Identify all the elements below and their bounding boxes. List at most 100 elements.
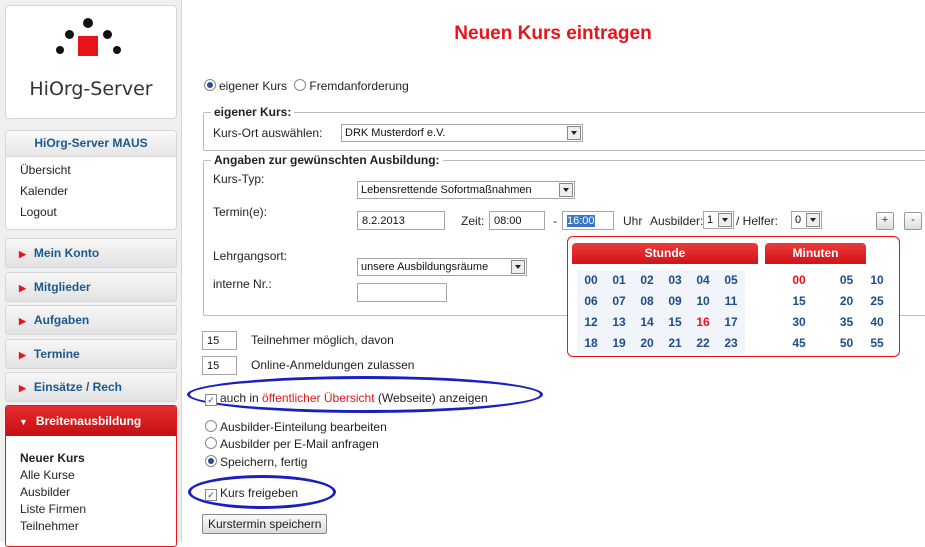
minute-cell[interactable]: 50 — [830, 333, 863, 354]
online-registrations-input[interactable]: 15 — [202, 356, 237, 375]
time-from-input[interactable]: 08:00 — [489, 211, 545, 230]
hour-cell[interactable]: 10 — [689, 291, 717, 312]
hour-cell[interactable]: 08 — [633, 291, 661, 312]
hour-cell[interactable]: 14 — [633, 312, 661, 333]
hour-cell[interactable]: 04 — [689, 270, 717, 291]
nav-item-mitglieder[interactable]: ▶ Mitglieder — [5, 272, 177, 302]
legend-training: Angaben zur gewünschten Ausbildung: — [211, 153, 443, 167]
time-to-input[interactable]: 16:00 — [562, 211, 614, 230]
minute-cell[interactable]: 10 — [863, 270, 891, 291]
sidebar: HiOrg-Server HiOrg-Server MAUS Übersicht… — [0, 0, 182, 547]
hour-cell[interactable]: 23 — [717, 333, 745, 354]
time-picker-popup: Stunde Minuten 00 01 02 03 04 05 06 07 0… — [567, 236, 900, 357]
logo[interactable]: HiOrg-Server — [5, 5, 177, 119]
nav-item-aufgaben[interactable]: ▶ Aufgaben — [5, 305, 177, 335]
time-label: Zeit: — [461, 214, 485, 228]
radio-foreign-request-label: Fremdanforderung — [309, 79, 409, 93]
sub-link-neuer-kurs[interactable]: Neuer Kurs — [6, 450, 176, 467]
minute-cell[interactable]: 15 — [768, 291, 830, 312]
logo-square-icon — [78, 36, 98, 56]
sub-link-ausbilder[interactable]: Ausbilder — [6, 484, 176, 501]
logo-dot-icon — [65, 30, 74, 39]
hour-cell[interactable]: 22 — [689, 333, 717, 354]
hour-cell[interactable]: 03 — [661, 270, 689, 291]
nav-item-breitenausbildung[interactable]: ▼ Breitenausbildung — [6, 406, 176, 436]
minute-cell-selected[interactable]: 00 — [768, 270, 830, 291]
public-overview-checkbox[interactable]: ✓ — [205, 394, 217, 406]
logo-dot-icon — [103, 30, 112, 39]
nav-item-mein-konto[interactable]: ▶ Mein Konto — [5, 238, 177, 268]
minute-cell[interactable]: 45 — [768, 333, 830, 354]
hour-cell-selected[interactable]: 16 — [689, 312, 717, 333]
radio-foreign-request[interactable] — [294, 79, 307, 91]
hour-cell[interactable]: 19 — [605, 333, 633, 354]
hour-cell[interactable]: 07 — [605, 291, 633, 312]
hour-cell[interactable]: 13 — [605, 312, 633, 333]
hour-cell[interactable]: 05 — [717, 270, 745, 291]
trainer-label: Ausbilder: — [650, 214, 704, 228]
minute-cell[interactable]: 20 — [830, 291, 863, 312]
legend-own-course: eigener Kurs: — [211, 105, 295, 119]
nav-section-breitenausbildung: ▼ Breitenausbildung Neuer Kurs Alle Kurse… — [5, 405, 177, 547]
option-email-trainers: Ausbilder per E-Mail anfragen — [205, 437, 379, 451]
hour-cell[interactable]: 00 — [577, 270, 605, 291]
course-type-select[interactable]: Lebensrettende Sofortmaßnahmen — [357, 181, 575, 199]
sub-link-liste-firmen[interactable]: Liste Firmen — [6, 501, 176, 518]
sub-link-teilnehmer[interactable]: Teilnehmer — [6, 518, 176, 535]
time-dash: - — [553, 214, 557, 228]
add-date-button[interactable]: + — [876, 212, 894, 230]
maus-panel: HiOrg-Server MAUS Übersicht Kalender Log… — [5, 130, 177, 230]
hour-cell[interactable]: 09 — [661, 291, 689, 312]
logo-dot-icon — [113, 46, 121, 54]
minute-cell[interactable]: 40 — [863, 312, 891, 333]
hour-cell[interactable]: 02 — [633, 270, 661, 291]
hour-cell[interactable]: 20 — [633, 333, 661, 354]
minute-grid: 00 05 10 15 20 25 30 35 40 45 50 55 — [768, 270, 891, 354]
helper-count-select[interactable]: 0 — [791, 211, 822, 229]
venue-select[interactable]: unsere Ausbildungsräume — [357, 258, 527, 276]
radio-edit-trainers[interactable] — [205, 420, 217, 432]
hour-cell[interactable]: 17 — [717, 312, 745, 333]
course-type-label: Kurs-Typ: — [213, 172, 265, 186]
nav-item-termine[interactable]: ▶ Termine — [5, 339, 177, 369]
minute-cell[interactable]: 30 — [768, 312, 830, 333]
maus-link-logout[interactable]: Logout — [6, 202, 176, 223]
location-select[interactable]: DRK Musterdorf e.V. — [341, 124, 583, 142]
time-picker-hours-title: Stunde — [572, 243, 758, 264]
radio-save-done[interactable] — [205, 455, 217, 467]
release-option: ✓ Kurs freigeben — [205, 486, 298, 501]
save-course-button[interactable]: Kurstermin speichern — [202, 514, 328, 534]
trainer-count-select[interactable]: 1 — [703, 211, 734, 229]
minute-cell[interactable]: 05 — [830, 270, 863, 291]
radio-group-course-kind: eigener Kurs Fremdanforderung — [204, 79, 409, 93]
triangle-right-icon: ▶ — [19, 383, 26, 393]
radio-email-trainers[interactable] — [205, 437, 217, 449]
public-overview-link[interactable]: öffentlicher Übersicht — [262, 391, 375, 405]
minute-cell[interactable]: 55 — [863, 333, 891, 354]
maus-link-overview[interactable]: Übersicht — [6, 160, 176, 181]
minute-cell[interactable]: 25 — [863, 291, 891, 312]
remove-date-button[interactable]: - — [904, 212, 922, 230]
maus-link-calendar[interactable]: Kalender — [6, 181, 176, 202]
hour-cell[interactable]: 15 — [661, 312, 689, 333]
radio-own-course-label: eigener Kurs — [219, 79, 288, 93]
hour-cell[interactable]: 01 — [605, 270, 633, 291]
hour-cell[interactable]: 06 — [577, 291, 605, 312]
internal-no-input[interactable] — [357, 283, 447, 302]
radio-own-course[interactable] — [204, 79, 216, 91]
release-checkbox[interactable]: ✓ — [205, 489, 217, 501]
online-registrations-label: Online-Anmeldungen zulassen — [251, 358, 415, 372]
participants-input[interactable]: 15 — [202, 331, 237, 350]
hour-cell[interactable]: 21 — [661, 333, 689, 354]
hour-cell[interactable]: 11 — [717, 291, 745, 312]
nav-item-einsaetze[interactable]: ▶ Einsätze / Rech — [5, 372, 177, 402]
hour-cell[interactable]: 12 — [577, 312, 605, 333]
date-input[interactable]: 8.2.2013 — [357, 211, 445, 230]
sub-link-alle-kurse[interactable]: Alle Kurse — [6, 467, 176, 484]
triangle-right-icon: ▶ — [19, 283, 26, 293]
helper-label: / Helfer: — [736, 214, 779, 228]
option-save-done: Speichern, fertig — [205, 455, 307, 469]
maus-title: HiOrg-Server MAUS — [6, 131, 176, 157]
hour-cell[interactable]: 18 — [577, 333, 605, 354]
minute-cell[interactable]: 35 — [830, 312, 863, 333]
